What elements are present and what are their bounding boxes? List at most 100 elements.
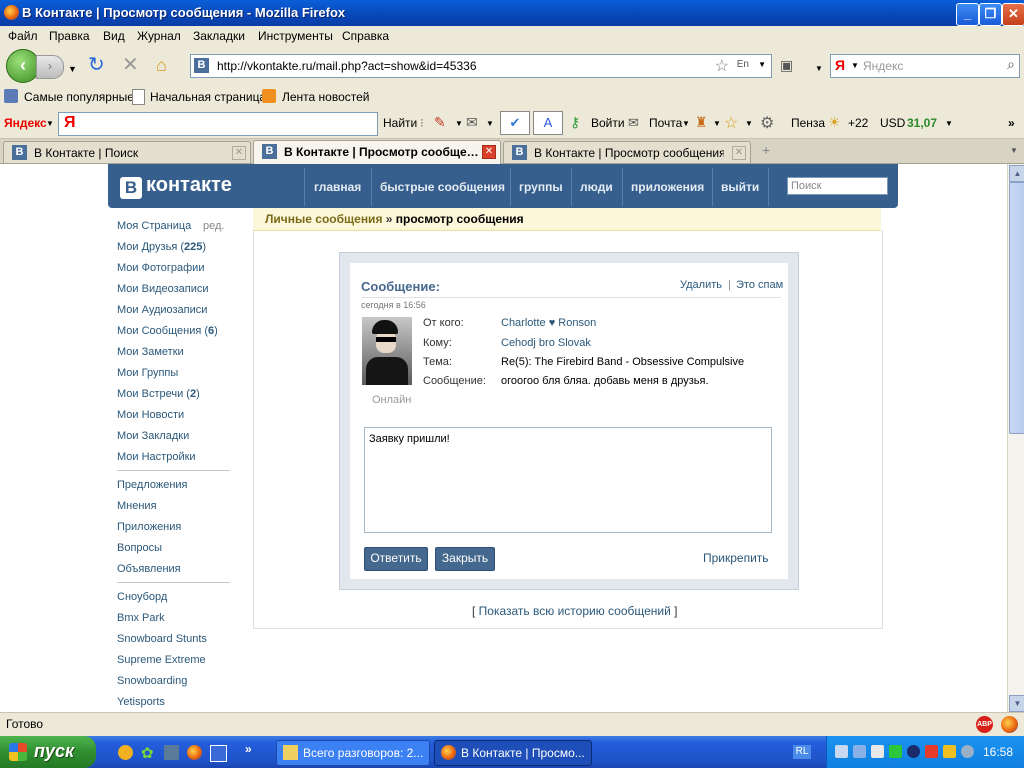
menu-my-events[interactable]: Мои Встречи (2) <box>117 388 200 400</box>
close-button[interactable]: ✕ <box>1002 3 1024 26</box>
toolbar-overflow-icon[interactable]: » <box>1008 116 1015 130</box>
tab-close-icon[interactable]: ✕ <box>232 146 246 160</box>
history-dropdown-icon[interactable]: ▼ <box>68 60 77 78</box>
menu-my-news[interactable]: Мои Новости <box>117 409 184 421</box>
taskbar-button-firefox[interactable]: В Контакте | Просмо... <box>434 740 592 766</box>
quicklaunch-desktop-icon[interactable] <box>210 745 227 762</box>
firefox-status-icon[interactable] <box>1001 716 1018 733</box>
menu-app-snowboard-stunts[interactable]: Snowboard Stunts <box>117 633 207 645</box>
currency-rate[interactable]: 31,07 <box>907 116 937 130</box>
menu-offers[interactable]: Предложения <box>117 479 188 491</box>
back-arrow-icon[interactable]: ‹ <box>6 49 40 83</box>
vk-nav-home[interactable]: главная <box>314 180 361 194</box>
weather-city[interactable]: Пенза <box>791 116 825 130</box>
menu-app-supreme-extreme[interactable]: Supreme Extreme <box>117 654 206 666</box>
yandex-find-button[interactable]: Найти <box>383 116 417 130</box>
menu-my-notes[interactable]: Мои Заметки <box>117 346 184 358</box>
quicklaunch-overflow-icon[interactable]: » <box>245 742 252 756</box>
reply-button[interactable]: Ответить <box>364 547 428 571</box>
chat-icon[interactable]: ✉ <box>466 114 478 131</box>
bookmark-news-feed[interactable]: Лента новостей <box>282 90 370 104</box>
menu-history[interactable]: Журнал <box>137 29 181 43</box>
menu-app-snowboard[interactable]: Сноуборд <box>117 591 167 603</box>
breadcrumb-parent-link[interactable]: Личные сообщения <box>265 212 382 226</box>
highlight-icon[interactable]: ✎ <box>434 114 446 131</box>
bag-icon[interactable]: ♜ <box>695 114 708 131</box>
menu-bookmarks[interactable]: Закладки <box>193 29 245 43</box>
reload-icon[interactable]: ↻ <box>88 55 105 75</box>
mail-dropdown-icon[interactable]: ▼ <box>682 119 690 128</box>
scroll-thumb[interactable] <box>1009 182 1024 434</box>
home-icon[interactable]: ⌂ <box>156 56 167 74</box>
bookmark-start-page[interactable]: Начальная страница <box>150 90 266 104</box>
show-history-link[interactable]: Показать всю историю сообщений <box>479 604 671 618</box>
tray-monitor-icon[interactable] <box>853 745 866 758</box>
menu-ads[interactable]: Объявления <box>117 563 181 575</box>
menu-my-friends[interactable]: Мои Друзья (225) <box>117 241 206 253</box>
yandex-mail[interactable]: Почта <box>649 116 682 130</box>
from-user-link[interactable]: Charlotte ♥ Ronson <box>501 317 596 329</box>
tray-network-icon[interactable] <box>835 745 848 758</box>
maximize-button[interactable]: ❐ <box>979 3 1002 26</box>
quicklaunch-file-icon[interactable] <box>164 745 179 760</box>
menu-opinions[interactable]: Мнения <box>117 500 157 512</box>
tray-volume-icon[interactable] <box>961 745 974 758</box>
menu-view[interactable]: Вид <box>103 29 125 43</box>
adblock-icon[interactable]: ABP <box>976 716 993 733</box>
menu-my-page[interactable]: Моя Страница <box>117 220 191 232</box>
mail-icon[interactable]: ✉ <box>628 115 639 131</box>
menu-my-groups[interactable]: Мои Группы <box>117 367 178 379</box>
yandex-logo[interactable]: Яндекс <box>4 116 47 130</box>
taskbar-button-conversations[interactable]: Всего разговоров: 2... <box>276 740 430 766</box>
highlight-dropdown-icon[interactable]: ▼ <box>455 119 463 128</box>
tray-device-icon[interactable] <box>871 745 884 758</box>
menu-edit-link[interactable]: ред. <box>203 220 224 232</box>
tab-view-message[interactable]: B В Контакте | Просмотр сообще… ✕ <box>253 140 501 164</box>
stop-icon[interactable]: ✕ <box>122 55 139 75</box>
quicklaunch-flower-icon[interactable]: ✿ <box>141 744 154 762</box>
yandex-dropdown-icon[interactable]: ▼ <box>46 119 54 128</box>
menu-app-snowboarding[interactable]: Snowboarding <box>117 675 187 687</box>
search-engine-icon[interactable]: Я <box>835 57 845 73</box>
bookmark-most-popular[interactable]: Самые популярные <box>24 90 134 104</box>
forward-arrow-icon[interactable]: › <box>36 55 64 79</box>
menu-my-videos[interactable]: Мои Видеозаписи <box>117 283 209 295</box>
search-magnifier-icon[interactable]: ⌕ <box>1007 56 1015 73</box>
screenshot-icon[interactable]: ▣ <box>780 56 793 74</box>
to-user-link[interactable]: Cehodj bro Slovak <box>501 337 591 349</box>
tab-close-icon[interactable]: ✕ <box>482 145 496 159</box>
menu-my-messages[interactable]: Мои Сообщения (6) <box>117 325 218 337</box>
vk-nav-people[interactable]: люди <box>580 180 613 194</box>
search-box[interactable]: Я ▼ Яндекс ⌕ <box>830 54 1020 78</box>
vk-nav-quick-messages[interactable]: быстрые сообщения <box>380 180 505 194</box>
scroll-down-icon[interactable]: ▼ <box>1009 695 1024 712</box>
url-dropdown-icon[interactable]: ▼ <box>758 60 766 69</box>
tab-search[interactable]: B В Контакте | Поиск ✕ <box>3 141 251 163</box>
new-tab-icon[interactable]: + <box>762 142 770 158</box>
menu-app-yetisports[interactable]: Yetisports <box>117 696 165 708</box>
menu-edit[interactable]: Правка <box>49 29 90 43</box>
menu-app-bmx-park[interactable]: Bmx Park <box>117 612 165 624</box>
menu-file[interactable]: Файл <box>8 29 38 43</box>
minimize-button[interactable]: _ <box>956 3 979 26</box>
chat-dropdown-icon[interactable]: ▼ <box>486 119 494 128</box>
start-button[interactable]: пуск <box>0 736 96 768</box>
tray-security-icon[interactable] <box>925 745 938 758</box>
currency-dropdown-icon[interactable]: ▼ <box>945 119 953 128</box>
attach-link[interactable]: Прикрепить <box>703 551 769 565</box>
translate-tool-icon[interactable]: A <box>533 111 563 135</box>
tab-list-dropdown-icon[interactable]: ▼ <box>1010 146 1018 155</box>
translate-icon[interactable]: En <box>737 59 749 70</box>
quicklaunch-firefox-icon[interactable] <box>187 745 202 760</box>
vk-nav-logout[interactable]: выйти <box>721 180 759 194</box>
language-indicator[interactable]: RL <box>793 745 811 759</box>
yandex-search-input[interactable]: Я <box>58 112 378 136</box>
bag-dropdown-icon[interactable]: ▼ <box>713 119 721 128</box>
favorites-dropdown-icon[interactable]: ▼ <box>745 119 753 128</box>
menu-tools[interactable]: Инструменты <box>258 29 333 43</box>
key-icon[interactable]: ⚷ <box>570 114 580 131</box>
tray-media-icon[interactable] <box>907 745 920 758</box>
tab-view-message-2[interactable]: B В Контакте | Просмотр сообщения ✕ <box>503 141 751 163</box>
weather-temperature[interactable]: +22 <box>848 116 868 130</box>
quicklaunch-app-icon[interactable] <box>118 745 133 760</box>
